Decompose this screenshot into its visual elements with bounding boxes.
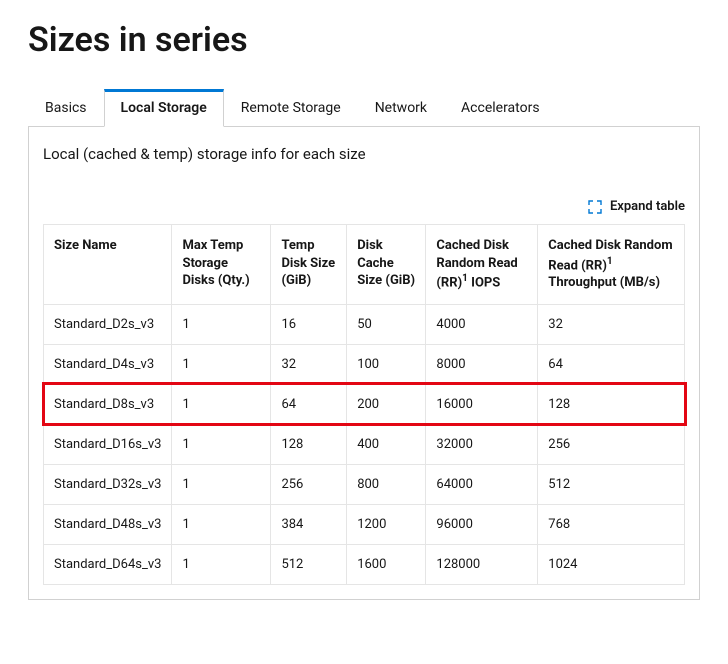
cell-tput: 1024	[538, 544, 685, 584]
cell-cache: 200	[347, 384, 426, 424]
cell-qty: 1	[172, 504, 271, 544]
table-row: Standard_D8s_v316420016000128	[44, 384, 685, 424]
tabs: BasicsLocal StorageRemote StorageNetwork…	[28, 88, 700, 127]
cell-cache: 1200	[347, 504, 426, 544]
cell-tput: 32	[538, 304, 685, 344]
tab-accelerators[interactable]: Accelerators	[444, 89, 557, 127]
tab-network[interactable]: Network	[358, 89, 444, 127]
panel-description: Local (cached & temp) storage info for e…	[43, 145, 685, 163]
cell-iops: 128000	[426, 544, 538, 584]
table-row: Standard_D64s_v3151216001280001024	[44, 544, 685, 584]
expand-table-button[interactable]: Expand table	[43, 199, 685, 214]
sizes-table: Size Name Max Temp Storage Disks (Qty.) …	[43, 224, 685, 585]
cell-temp: 16	[271, 304, 347, 344]
cell-temp: 32	[271, 344, 347, 384]
col-temp-disk-size: Temp Disk Size (GiB)	[271, 225, 347, 305]
cell-cache: 800	[347, 464, 426, 504]
cell-qty: 1	[172, 344, 271, 384]
cell-iops: 64000	[426, 464, 538, 504]
col-cached-throughput: Cached Disk Random Read (RR)1 Throughput…	[538, 225, 685, 305]
table-row: Standard_D4s_v3132100800064	[44, 344, 685, 384]
tab-local-storage[interactable]: Local Storage	[104, 89, 224, 127]
tab-basics[interactable]: Basics	[28, 89, 104, 127]
tab-panel-local-storage: Local (cached & temp) storage info for e…	[28, 127, 700, 600]
cell-iops: 32000	[426, 424, 538, 464]
cell-tput: 256	[538, 424, 685, 464]
cell-name: Standard_D32s_v3	[44, 464, 172, 504]
cell-temp: 64	[271, 384, 347, 424]
cell-cache: 100	[347, 344, 426, 384]
cell-iops: 96000	[426, 504, 538, 544]
cell-name: Standard_D8s_v3	[44, 384, 172, 424]
tab-remote-storage[interactable]: Remote Storage	[224, 89, 358, 127]
cell-name: Standard_D2s_v3	[44, 304, 172, 344]
expand-icon	[588, 200, 602, 214]
expand-table-label: Expand table	[610, 199, 685, 214]
col-disk-cache-size: Disk Cache Size (GiB)	[347, 225, 426, 305]
table-row: Standard_D16s_v3112840032000256	[44, 424, 685, 464]
cell-iops: 16000	[426, 384, 538, 424]
table-row: Standard_D2s_v311650400032	[44, 304, 685, 344]
cell-cache: 50	[347, 304, 426, 344]
cell-iops: 4000	[426, 304, 538, 344]
cell-temp: 128	[271, 424, 347, 464]
cell-qty: 1	[172, 464, 271, 504]
cell-tput: 64	[538, 344, 685, 384]
cell-tput: 128	[538, 384, 685, 424]
cell-temp: 384	[271, 504, 347, 544]
table-row: Standard_D48s_v31384120096000768	[44, 504, 685, 544]
table-header-row: Size Name Max Temp Storage Disks (Qty.) …	[44, 225, 685, 305]
cell-name: Standard_D4s_v3	[44, 344, 172, 384]
page-title: Sizes in series	[28, 20, 700, 60]
cell-name: Standard_D64s_v3	[44, 544, 172, 584]
cell-cache: 400	[347, 424, 426, 464]
cell-tput: 512	[538, 464, 685, 504]
cell-iops: 8000	[426, 344, 538, 384]
table-row: Standard_D32s_v3125680064000512	[44, 464, 685, 504]
cell-name: Standard_D16s_v3	[44, 424, 172, 464]
cell-qty: 1	[172, 304, 271, 344]
cell-temp: 512	[271, 544, 347, 584]
cell-name: Standard_D48s_v3	[44, 504, 172, 544]
cell-qty: 1	[172, 424, 271, 464]
cell-tput: 768	[538, 504, 685, 544]
cell-cache: 1600	[347, 544, 426, 584]
cell-temp: 256	[271, 464, 347, 504]
col-cached-iops: Cached Disk Random Read (RR)1 IOPS	[426, 225, 538, 305]
cell-qty: 1	[172, 544, 271, 584]
cell-qty: 1	[172, 384, 271, 424]
col-size-name: Size Name	[44, 225, 172, 305]
col-max-temp-disks: Max Temp Storage Disks (Qty.)	[172, 225, 271, 305]
